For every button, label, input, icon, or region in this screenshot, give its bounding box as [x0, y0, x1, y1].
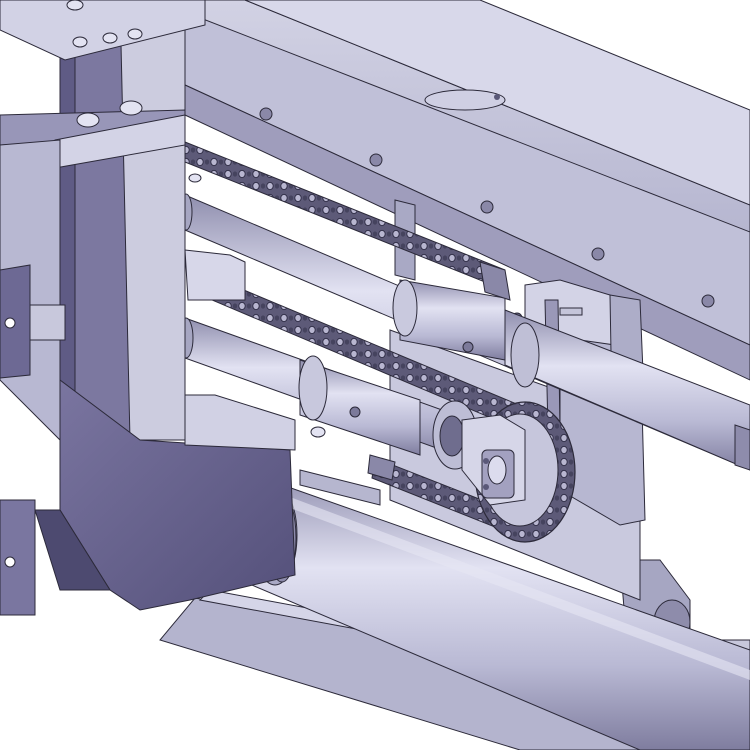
hex-nut-chain-2	[310, 426, 326, 438]
hex-nut-chain-1	[188, 173, 202, 183]
hex-nut-top-3	[102, 32, 118, 44]
cad-assembly-render	[0, 0, 750, 750]
hex-nut-mid-1	[76, 112, 100, 128]
hex-nut-top-2	[72, 36, 88, 48]
hex-nut-top-4	[127, 28, 143, 40]
cad-viewport[interactable]	[0, 0, 750, 750]
hex-nut-top-1	[66, 0, 84, 11]
hex-nut-mid-2	[119, 100, 143, 116]
